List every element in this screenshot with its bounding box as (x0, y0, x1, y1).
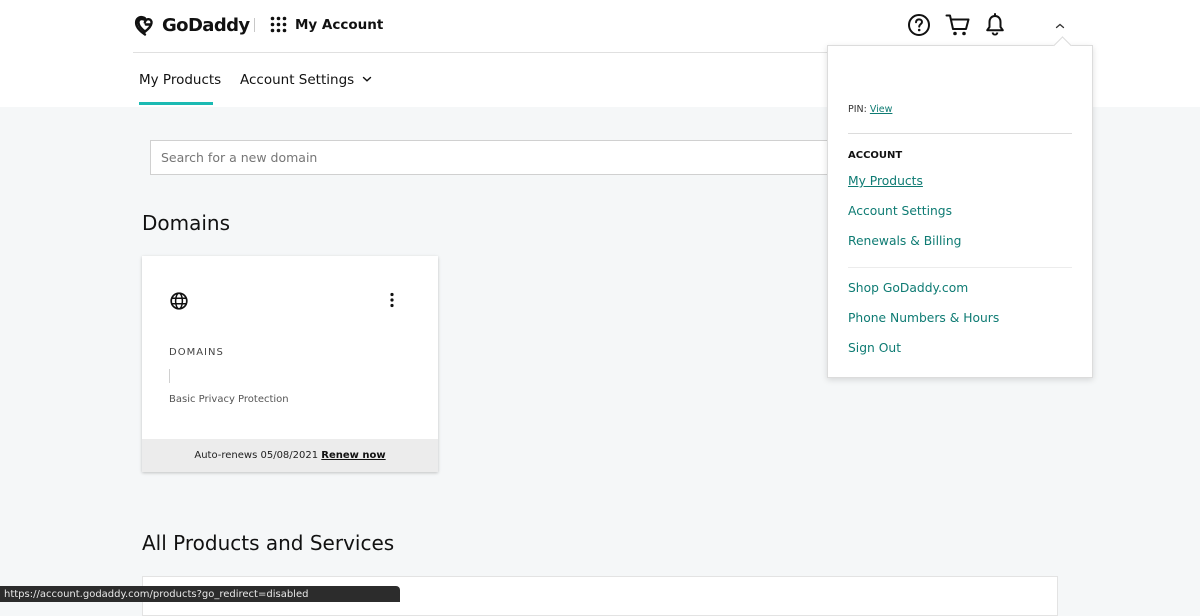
help-icon[interactable] (907, 13, 931, 37)
account-dropdown-menu: PIN: View ACCOUNT My Products Account Se… (827, 36, 1093, 378)
card-domain-placeholder (169, 369, 170, 383)
pin-row: PIN: View (848, 104, 892, 115)
apps-grid-icon[interactable] (270, 16, 287, 33)
dropdown-divider (848, 133, 1072, 134)
logo-divider (254, 18, 255, 32)
domain-search-box (150, 140, 850, 175)
domains-card[interactable]: DOMAINS Basic Privacy Protection Auto-re… (142, 256, 438, 472)
menu-shop-godaddy[interactable]: Shop GoDaddy.com (848, 281, 968, 295)
card-subtitle: Basic Privacy Protection (169, 394, 289, 405)
dropdown-divider (848, 267, 1072, 268)
godaddy-logo[interactable]: GoDaddy (133, 13, 250, 37)
more-options-icon[interactable] (390, 292, 394, 308)
status-bar-url: https://account.godaddy.com/products?go_… (0, 586, 400, 602)
menu-sign-out[interactable]: Sign Out (848, 341, 901, 355)
tab-account-settings[interactable]: Account Settings (240, 72, 373, 88)
domains-heading: Domains (142, 211, 231, 235)
account-section-heading: ACCOUNT (848, 150, 903, 161)
globe-icon (170, 292, 188, 310)
pin-label: PIN: (848, 104, 867, 115)
pin-view-link[interactable]: View (870, 104, 893, 115)
cart-icon[interactable] (945, 13, 971, 37)
menu-renewals-billing[interactable]: Renewals & Billing (848, 234, 961, 248)
domain-search-input[interactable] (151, 141, 849, 174)
menu-my-products[interactable]: My Products (848, 174, 923, 188)
card-footer: Auto-renews 05/08/2021 Renew now (142, 439, 438, 472)
renew-now-link[interactable]: Renew now (321, 450, 385, 461)
tab-active-indicator (139, 102, 213, 105)
auto-renew-text: Auto-renews 05/08/2021 (194, 450, 319, 461)
my-account-title[interactable]: My Account (295, 17, 383, 33)
menu-phone-numbers-hours[interactable]: Phone Numbers & Hours (848, 311, 999, 325)
logo-text: GoDaddy (162, 14, 250, 36)
bell-icon[interactable] (985, 13, 1005, 37)
all-products-heading: All Products and Services (142, 531, 395, 555)
card-title: DOMAINS (169, 347, 224, 358)
tab-account-settings-label: Account Settings (240, 72, 355, 88)
tab-my-products[interactable]: My Products (139, 72, 221, 88)
godaddy-logo-icon (134, 15, 153, 36)
chevron-up-icon[interactable] (1053, 20, 1067, 32)
menu-account-settings[interactable]: Account Settings (848, 204, 952, 218)
chevron-down-icon (363, 76, 372, 82)
